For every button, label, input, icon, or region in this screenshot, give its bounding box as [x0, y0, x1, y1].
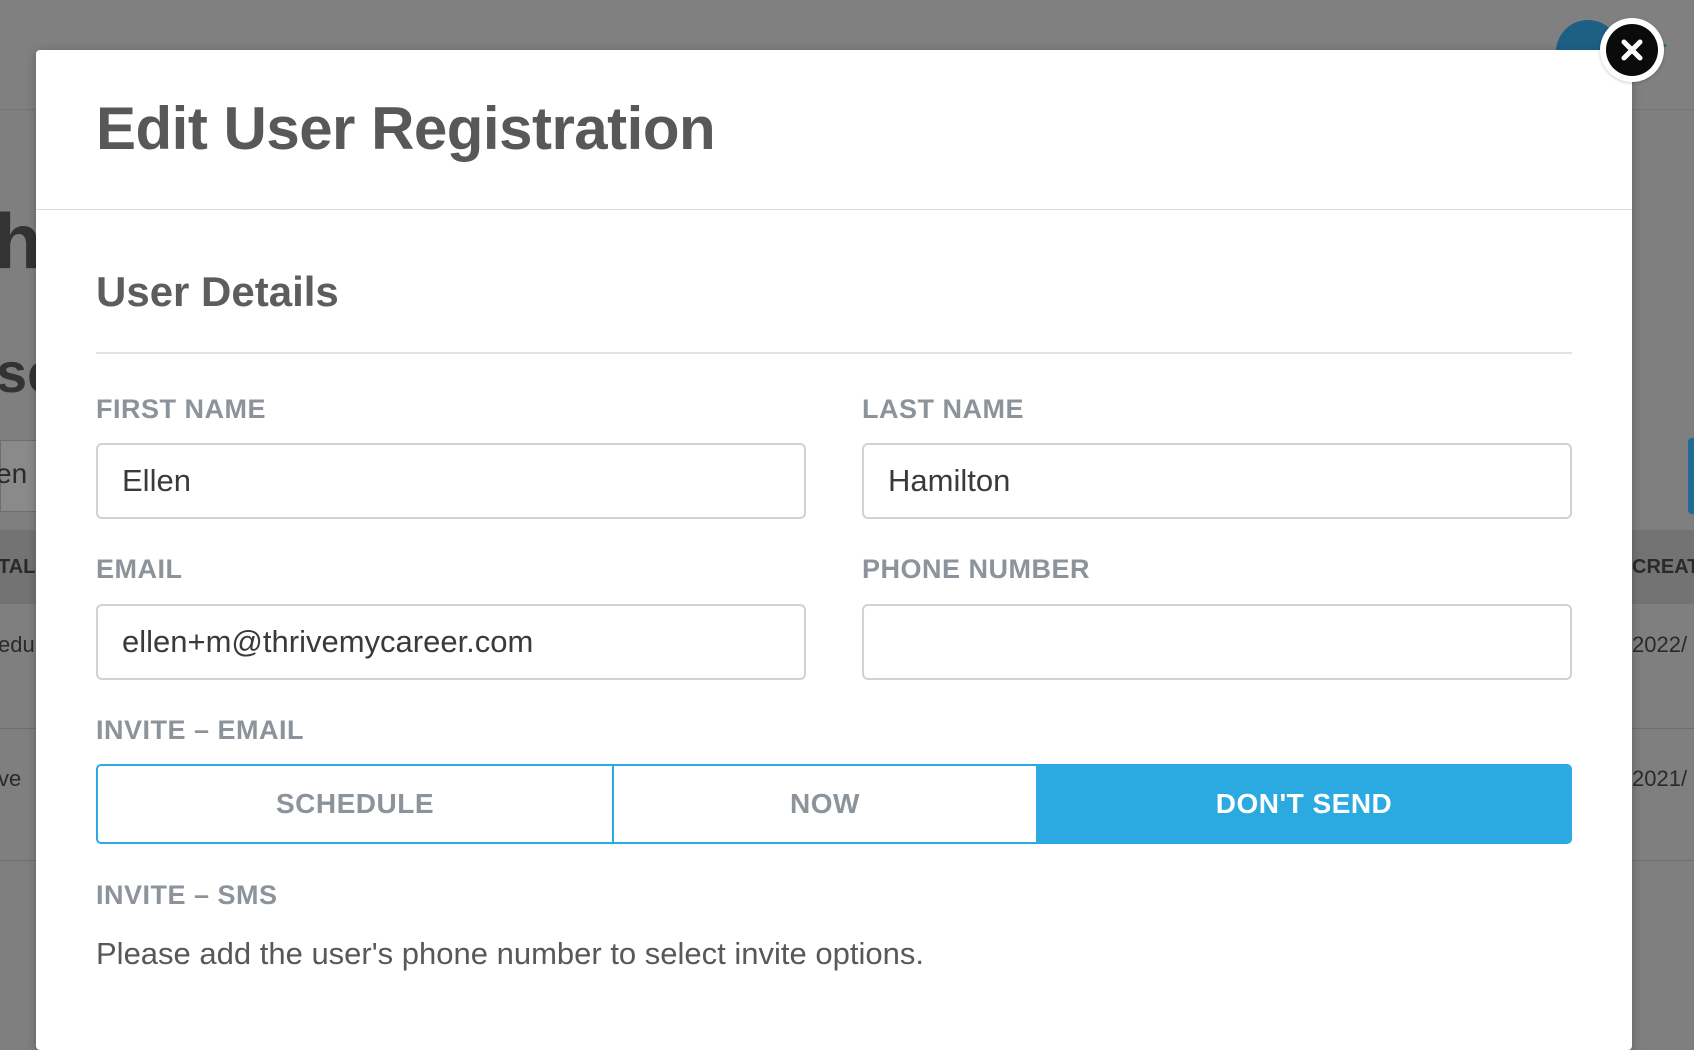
background-table-header-right: CREAT [1632, 556, 1694, 578]
background-table-cell: 2021/ [1632, 766, 1688, 791]
close-modal-button[interactable] [1600, 18, 1664, 82]
email-field[interactable] [96, 604, 806, 680]
background-table-cell: 2022/ [1632, 632, 1688, 657]
background-table-cell: ve [0, 766, 22, 791]
invite-email-schedule-option[interactable]: SCHEDULE [98, 766, 612, 842]
modal-title: Edit User Registration [96, 95, 716, 162]
edit-user-modal: Edit User Registration User Details FIRS… [36, 50, 1632, 1050]
phone-number-field[interactable] [862, 604, 1572, 680]
last-name-field[interactable] [862, 443, 1572, 519]
background-table-header-left: TAL [0, 556, 36, 578]
first-name-field[interactable] [96, 443, 806, 519]
background-blue-button [1688, 438, 1694, 514]
section-divider [96, 352, 1572, 354]
first-name-label: FIRST NAME [96, 394, 266, 424]
invite-email-dont-send-option[interactable]: DON'T SEND [1036, 766, 1570, 842]
invite-sms-help-text: Please add the user's phone number to se… [96, 936, 924, 971]
phone-number-label: PHONE NUMBER [862, 554, 1091, 584]
background-search-text: en [0, 458, 28, 489]
last-name-label: LAST NAME [862, 394, 1024, 424]
invite-email-label: INVITE – EMAIL [96, 715, 305, 745]
background-table-cell: edu [0, 632, 35, 657]
close-x-icon [1606, 24, 1658, 76]
invite-email-now-option[interactable]: NOW [612, 766, 1036, 842]
invite-sms-label: INVITE – SMS [96, 880, 278, 910]
section-title-user-details: User Details [96, 268, 339, 315]
invite-email-segmented-control: SCHEDULE NOW DON'T SEND [96, 764, 1572, 844]
email-label: EMAIL [96, 554, 183, 584]
modal-header: Edit User Registration [36, 50, 1632, 210]
